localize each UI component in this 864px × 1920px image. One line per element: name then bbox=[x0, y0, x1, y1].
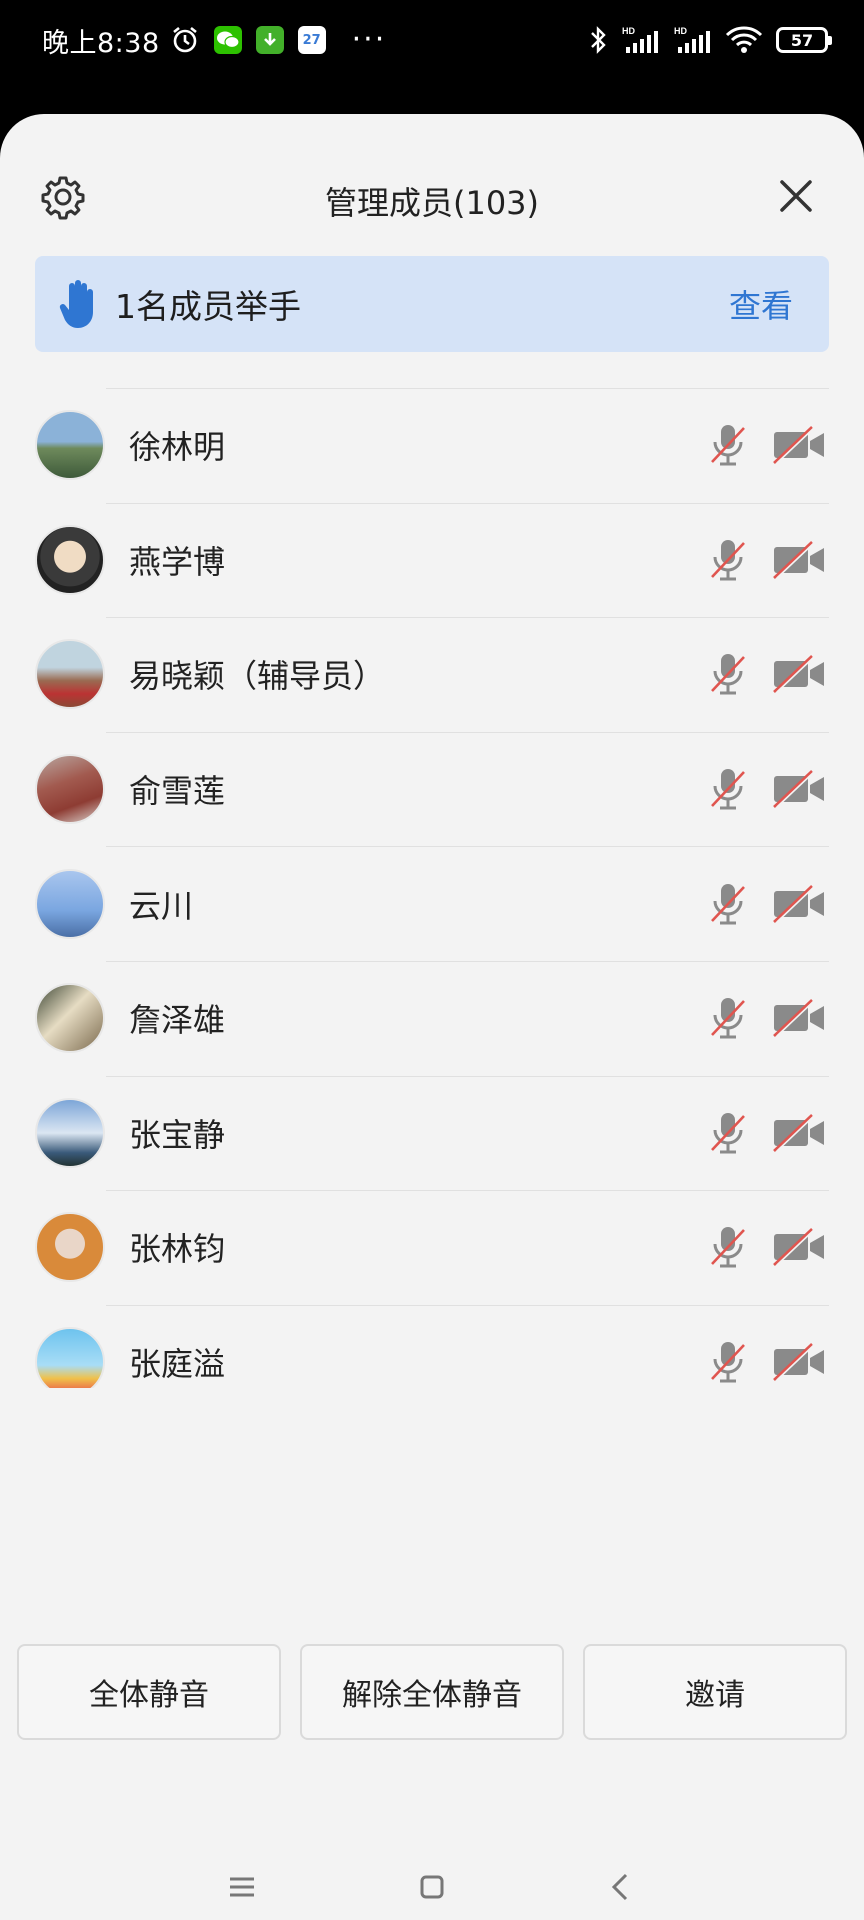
member-row[interactable]: 云川 bbox=[0, 846, 864, 961]
member-row[interactable]: 徐林明 bbox=[0, 388, 864, 503]
avatar bbox=[35, 1327, 105, 1388]
back-icon[interactable] bbox=[602, 1867, 642, 1907]
mic-muted-icon[interactable] bbox=[708, 881, 748, 927]
camera-off-icon[interactable] bbox=[772, 425, 826, 465]
member-name: 张宝静 bbox=[129, 1115, 226, 1154]
footer-actions: 全体静音 解除全体静音 邀请 bbox=[17, 1644, 847, 1740]
member-actions bbox=[708, 1110, 826, 1156]
mute-all-button[interactable]: 全体静音 bbox=[17, 1644, 281, 1740]
avatar bbox=[35, 639, 105, 710]
avatar bbox=[35, 410, 105, 481]
alarm-icon bbox=[170, 25, 200, 55]
member-row[interactable]: 张林钧 bbox=[0, 1190, 864, 1305]
calendar-icon: 27 bbox=[297, 26, 326, 54]
member-actions bbox=[708, 1224, 826, 1270]
wechat-icon bbox=[213, 26, 242, 54]
member-actions bbox=[708, 537, 826, 583]
camera-off-icon[interactable] bbox=[772, 1227, 826, 1267]
status-time: 晚上8:38 bbox=[42, 27, 160, 59]
camera-off-icon[interactable] bbox=[772, 998, 826, 1038]
avatar bbox=[35, 524, 105, 595]
status-right-icons: HD HD 57 bbox=[588, 25, 832, 55]
svg-text:HD: HD bbox=[622, 26, 635, 36]
mic-muted-icon[interactable] bbox=[708, 1224, 748, 1270]
mic-muted-icon[interactable] bbox=[708, 1339, 748, 1385]
page-title: 管理成员(103) bbox=[324, 184, 540, 222]
avatar bbox=[35, 754, 105, 825]
signal-hd-icon: HD bbox=[672, 25, 712, 55]
camera-off-icon[interactable] bbox=[772, 1342, 826, 1382]
member-name: 张庭溢 bbox=[129, 1345, 226, 1384]
member-actions bbox=[708, 995, 826, 1041]
download-icon bbox=[255, 26, 284, 54]
member-actions bbox=[708, 881, 826, 927]
signal-hd-icon: HD bbox=[620, 25, 660, 55]
mic-muted-icon[interactable] bbox=[708, 995, 748, 1041]
member-name: 詹泽雄 bbox=[129, 1001, 226, 1040]
mic-muted-icon[interactable] bbox=[708, 537, 748, 583]
member-name: 张林钧 bbox=[129, 1230, 226, 1269]
member-row[interactable]: 詹泽雄 bbox=[0, 960, 864, 1076]
mic-muted-icon[interactable] bbox=[708, 422, 748, 468]
raised-hand-icon bbox=[59, 280, 93, 328]
member-row[interactable]: 易晓颖（辅导员） bbox=[0, 617, 864, 732]
member-row[interactable]: 燕学博 bbox=[0, 502, 864, 618]
svg-text:HD: HD bbox=[674, 26, 687, 36]
member-list[interactable]: 徐林明燕学博易晓颖（辅导员）俞雪莲云川詹泽雄张宝静张林钧张庭溢张伟张引 bbox=[0, 388, 864, 1388]
member-actions bbox=[708, 766, 826, 812]
raise-hand-banner: 1名成员举手 查看 bbox=[35, 256, 829, 352]
close-icon bbox=[780, 180, 812, 212]
member-row[interactable]: 张庭溢 bbox=[0, 1304, 864, 1388]
unmute-all-button[interactable]: 解除全体静音 bbox=[300, 1644, 564, 1740]
member-name: 云川 bbox=[129, 886, 194, 925]
camera-off-icon[interactable] bbox=[772, 769, 826, 809]
member-name: 徐林明 bbox=[129, 428, 226, 467]
camera-off-icon[interactable] bbox=[772, 1113, 826, 1153]
bluetooth-icon bbox=[588, 25, 608, 55]
camera-off-icon[interactable] bbox=[772, 540, 826, 580]
member-name: 燕学博 bbox=[129, 542, 226, 581]
view-raised-hands-link[interactable]: 查看 bbox=[729, 281, 793, 327]
raise-hand-text: 1名成员举手 bbox=[115, 287, 301, 326]
member-row[interactable]: 俞雪莲 bbox=[0, 731, 864, 847]
menu-icon[interactable] bbox=[222, 1867, 262, 1907]
manage-members-sheet: 管理成员(103) 1名成员举手 查看 徐林明燕学博易晓颖（辅导员） 俞雪莲云川詹… bbox=[0, 114, 864, 1920]
member-row[interactable]: 张宝静 bbox=[0, 1075, 864, 1191]
avatar bbox=[35, 983, 105, 1054]
avatar bbox=[35, 1097, 105, 1168]
avatar bbox=[35, 868, 105, 939]
member-name: 易晓颖（辅导员） bbox=[129, 657, 386, 696]
camera-off-icon[interactable] bbox=[772, 654, 826, 694]
status-bar: 晚上8:38 27 ··· HD HD 57 bbox=[0, 0, 864, 80]
mic-muted-icon[interactable] bbox=[708, 1110, 748, 1156]
avatar bbox=[35, 1212, 105, 1283]
member-name: 俞雪莲 bbox=[129, 772, 226, 811]
member-actions bbox=[708, 651, 826, 697]
close-button[interactable] bbox=[776, 176, 816, 216]
home-icon[interactable] bbox=[412, 1867, 452, 1907]
status-left-icons: 27 ··· bbox=[170, 25, 387, 55]
member-actions bbox=[708, 422, 826, 468]
mic-muted-icon[interactable] bbox=[708, 651, 748, 697]
more-notifications: ··· bbox=[351, 22, 387, 57]
wifi-icon bbox=[724, 25, 764, 55]
battery-indicator: 57 bbox=[776, 27, 832, 53]
system-nav-bar bbox=[0, 1854, 864, 1920]
mic-muted-icon[interactable] bbox=[708, 766, 748, 812]
camera-off-icon[interactable] bbox=[772, 884, 826, 924]
member-actions bbox=[708, 1339, 826, 1385]
invite-button[interactable]: 邀请 bbox=[583, 1644, 847, 1740]
